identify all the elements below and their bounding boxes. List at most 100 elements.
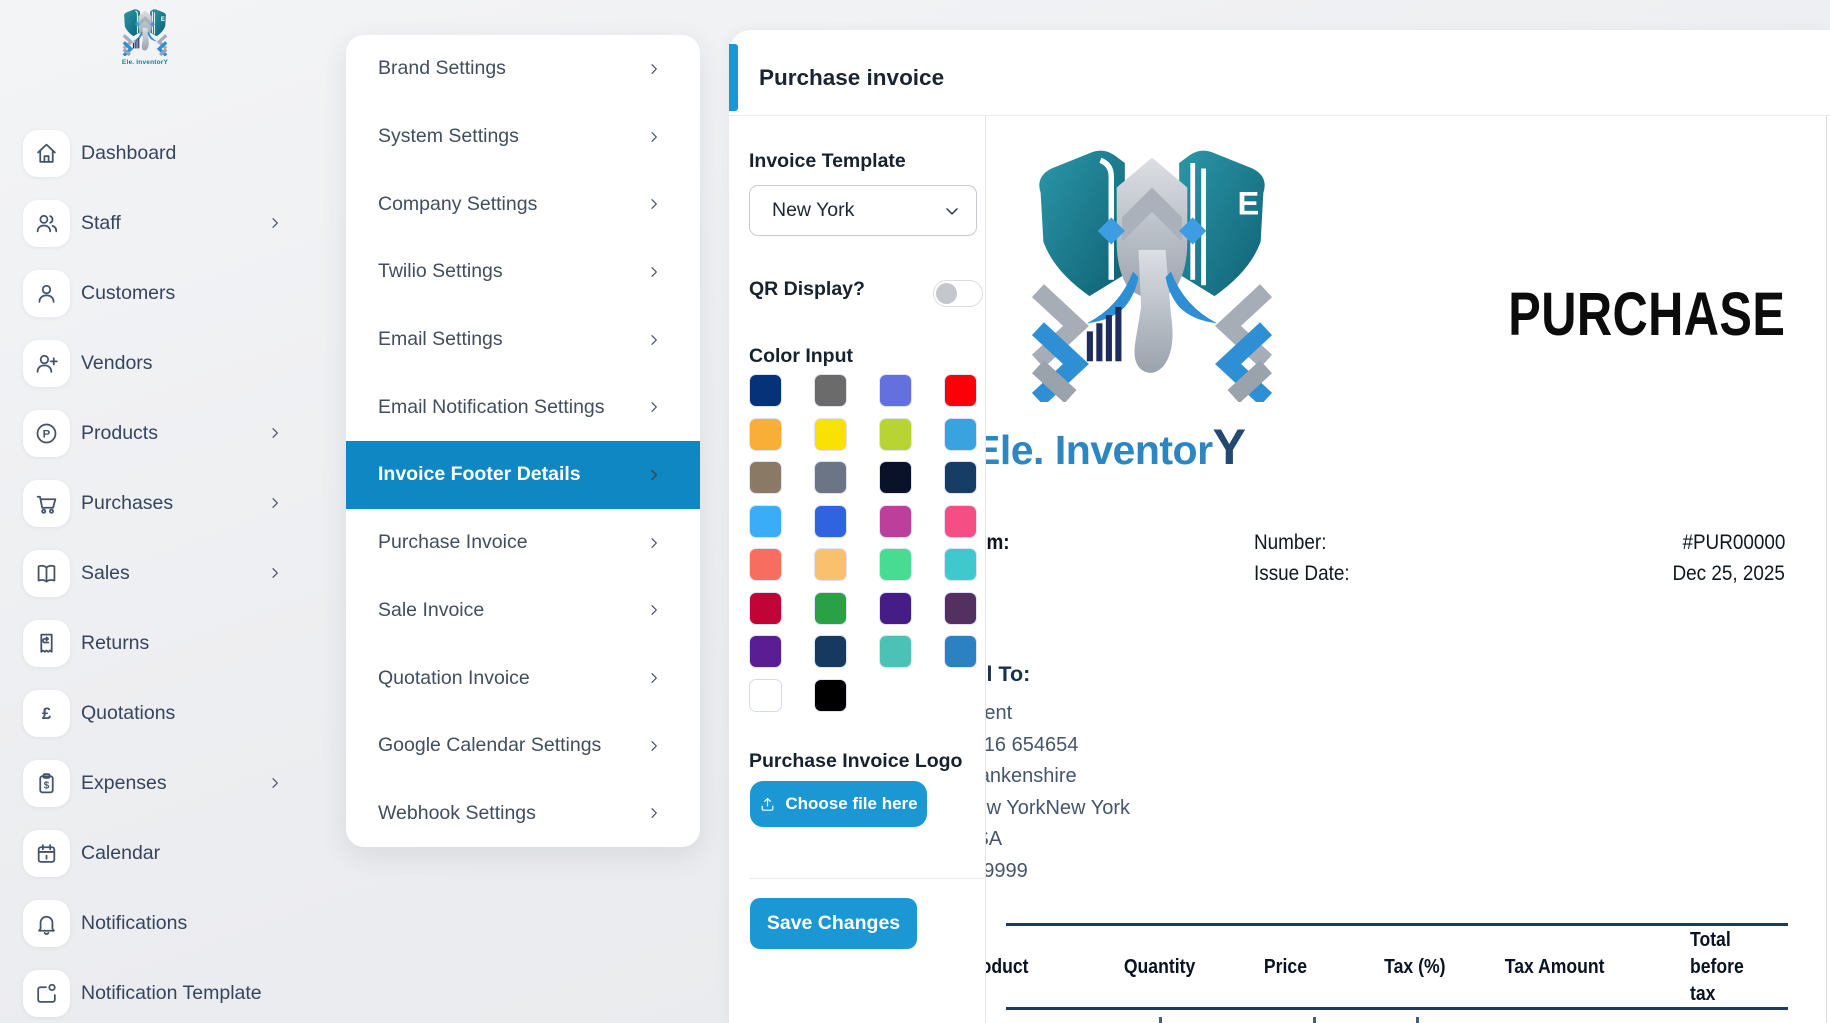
- chevron-right-icon: [646, 467, 662, 483]
- chevron-right-icon: [646, 670, 662, 686]
- settings-item-webhook-settings[interactable]: Webhook Settings: [346, 780, 700, 847]
- color-swatch[interactable]: [814, 592, 847, 625]
- color-swatch[interactable]: [879, 592, 912, 625]
- table-header-price: Price: [1230, 956, 1340, 979]
- sidebar-item-calendar[interactable]: Calendar: [23, 818, 283, 888]
- color-swatch[interactable]: [749, 635, 782, 668]
- color-swatch[interactable]: [879, 548, 912, 581]
- settings-item-system-settings[interactable]: System Settings: [346, 103, 700, 171]
- choose-file-button[interactable]: Choose file here: [750, 781, 927, 827]
- sidebar-item-notifications[interactable]: Notifications: [23, 888, 283, 958]
- invoice-template-select[interactable]: New York: [749, 185, 977, 236]
- color-swatch[interactable]: [944, 418, 977, 451]
- sidebar-item-quotations[interactable]: £Quotations: [23, 678, 283, 748]
- title-accent-bar: [729, 44, 738, 111]
- sidebar-item-dashboard[interactable]: Dashboard: [23, 118, 283, 188]
- color-swatch[interactable]: [814, 461, 847, 494]
- bell-icon: [23, 900, 70, 947]
- sidebar-item-label: Calendar: [81, 842, 160, 865]
- color-swatch[interactable]: [944, 592, 977, 625]
- settings-item-google-calendar-settings[interactable]: Google Calendar Settings: [346, 712, 700, 780]
- qr-display-toggle[interactable]: [933, 280, 983, 307]
- color-swatch[interactable]: [749, 374, 782, 407]
- save-changes-button[interactable]: Save Changes: [750, 898, 917, 949]
- table-bottom-rule: [1006, 1007, 1788, 1010]
- color-swatch[interactable]: [879, 461, 912, 494]
- chevron-right-icon: [267, 775, 283, 791]
- color-swatch[interactable]: [879, 418, 912, 451]
- color-swatch[interactable]: [749, 679, 782, 712]
- user-icon: [23, 270, 70, 317]
- settings-item-label: Sale Invoice: [378, 599, 484, 622]
- color-swatch[interactable]: [814, 505, 847, 538]
- settings-item-invoice-footer-details[interactable]: Invoice Footer Details: [346, 441, 700, 509]
- color-swatch[interactable]: [814, 679, 847, 712]
- color-swatch[interactable]: [814, 548, 847, 581]
- svg-text:£: £: [42, 704, 52, 723]
- product-icon: P: [23, 410, 70, 457]
- invoice-issue-date-value: Dec 25, 2025: [1673, 562, 1785, 586]
- sidebar-item-purchases[interactable]: Purchases: [23, 468, 283, 538]
- sidebar-item-label: Purchases: [81, 492, 173, 515]
- page-title: Purchase invoice: [759, 44, 944, 111]
- sidebar: Ele. InventorY DashboardStaff Customers Ve…: [0, 0, 330, 1023]
- settings-item-email-notification-settings[interactable]: Email Notification Settings: [346, 373, 700, 441]
- color-swatch[interactable]: [944, 374, 977, 407]
- settings-item-label: System Settings: [378, 125, 519, 148]
- table-header-tax-amount: Tax Amount: [1490, 956, 1620, 979]
- pound-icon: £: [23, 690, 70, 737]
- chevron-right-icon: [646, 196, 662, 212]
- settings-item-quotation-invoice[interactable]: Quotation Invoice: [346, 644, 700, 712]
- color-swatch[interactable]: [944, 461, 977, 494]
- sidebar-item-label: Customers: [81, 282, 175, 305]
- sidebar-item-label: Vendors: [81, 352, 153, 375]
- toggle-knob: [936, 283, 957, 304]
- table-header-tax-: Tax (%): [1340, 956, 1490, 979]
- row-fragment: [1416, 1017, 1419, 1023]
- color-swatch[interactable]: [814, 418, 847, 451]
- settings-item-label: Email Settings: [378, 328, 503, 351]
- app-logo[interactable]: Ele. InventorY: [100, 8, 190, 66]
- color-swatch[interactable]: [814, 374, 847, 407]
- sidebar-item-label: Returns: [81, 632, 149, 655]
- settings-item-sale-invoice[interactable]: Sale Invoice: [346, 577, 700, 645]
- sidebar-item-label: Notifications: [81, 912, 187, 935]
- settings-item-brand-settings[interactable]: Brand Settings: [346, 35, 700, 103]
- svg-text:$: $: [44, 780, 50, 791]
- sidebar-item-expenses[interactable]: $Expenses: [23, 748, 283, 818]
- color-swatch[interactable]: [749, 461, 782, 494]
- color-swatch[interactable]: [879, 635, 912, 668]
- invoice-elephant-logo: [1016, 144, 1288, 402]
- color-swatch[interactable]: [749, 548, 782, 581]
- color-swatch[interactable]: [749, 505, 782, 538]
- chevron-right-icon: [646, 399, 662, 415]
- settings-item-purchase-invoice[interactable]: Purchase Invoice: [346, 509, 700, 577]
- sidebar-nav: DashboardStaffCustomersVendorsPProductsP…: [23, 118, 283, 1023]
- sidebar-item-label: Sales: [81, 562, 130, 585]
- color-swatch[interactable]: [749, 418, 782, 451]
- bill-to-line: Blankenshire: [986, 761, 1130, 793]
- settings-item-label: Google Calendar Settings: [378, 734, 601, 757]
- color-swatch[interactable]: [944, 505, 977, 538]
- row-fragment: [1313, 1017, 1316, 1023]
- sidebar-item-staff[interactable]: Staff: [23, 188, 283, 258]
- bill-to-line: New YorkNew York: [986, 793, 1130, 825]
- settings-item-twilio-settings[interactable]: Twilio Settings: [346, 238, 700, 306]
- color-swatch-grid: [749, 374, 1011, 712]
- color-swatch[interactable]: [879, 505, 912, 538]
- invoice-table-header: ProductQuantityPriceTax (%)Tax AmountTot…: [986, 928, 1810, 1006]
- sidebar-item-customers[interactable]: Customers: [23, 258, 283, 328]
- sidebar-item-sales[interactable]: Sales: [23, 538, 283, 608]
- settings-item-company-settings[interactable]: Company Settings: [346, 170, 700, 238]
- color-swatch[interactable]: [749, 592, 782, 625]
- invoice-number-value: #PUR00000: [1682, 531, 1785, 555]
- sidebar-item-vendors[interactable]: Vendors: [23, 328, 283, 398]
- sidebar-item-notification-template[interactable]: Notification Template: [23, 958, 283, 1023]
- settings-item-email-settings[interactable]: Email Settings: [346, 306, 700, 374]
- color-swatch[interactable]: [879, 374, 912, 407]
- color-swatch[interactable]: [944, 548, 977, 581]
- sidebar-item-products[interactable]: PProducts: [23, 398, 283, 468]
- sidebar-item-returns[interactable]: Returns: [23, 608, 283, 678]
- color-swatch[interactable]: [944, 635, 977, 668]
- color-swatch[interactable]: [814, 635, 847, 668]
